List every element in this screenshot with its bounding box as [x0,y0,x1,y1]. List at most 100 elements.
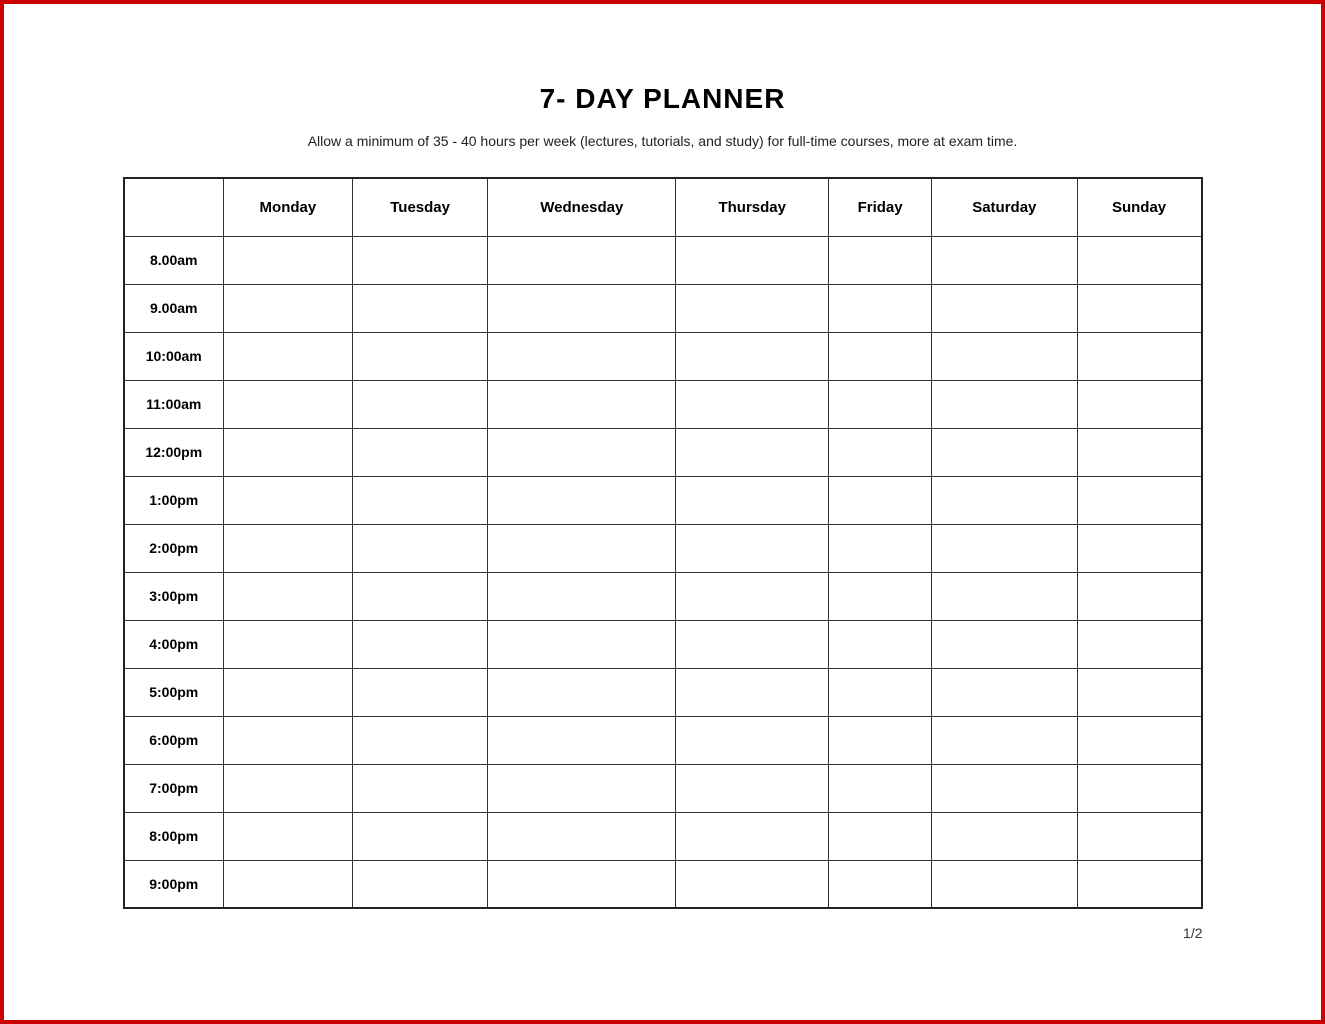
planner-cell[interactable] [931,716,1077,764]
planner-cell[interactable] [931,668,1077,716]
planner-cell[interactable] [224,764,353,812]
planner-cell[interactable] [224,476,353,524]
planner-cell[interactable] [352,716,488,764]
planner-cell[interactable] [1077,236,1201,284]
header-time-empty [124,178,224,236]
planner-cell[interactable] [1077,620,1201,668]
planner-cell[interactable] [676,332,829,380]
planner-cell[interactable] [829,812,932,860]
planner-cell[interactable] [676,236,829,284]
planner-cell[interactable] [1077,812,1201,860]
planner-cell[interactable] [829,860,932,908]
planner-cell[interactable] [224,572,353,620]
planner-cell[interactable] [676,860,829,908]
planner-cell[interactable] [488,812,676,860]
planner-cell[interactable] [488,524,676,572]
planner-cell[interactable] [224,716,353,764]
planner-cell[interactable] [931,764,1077,812]
planner-cell[interactable] [931,380,1077,428]
planner-cell[interactable] [352,332,488,380]
planner-cell[interactable] [352,764,488,812]
planner-cell[interactable] [829,236,932,284]
planner-cell[interactable] [829,380,932,428]
planner-cell[interactable] [352,428,488,476]
planner-cell[interactable] [829,620,932,668]
planner-cell[interactable] [676,716,829,764]
planner-cell[interactable] [676,764,829,812]
planner-cell[interactable] [1077,524,1201,572]
planner-cell[interactable] [829,764,932,812]
planner-cell[interactable] [488,620,676,668]
planner-cell[interactable] [676,812,829,860]
planner-cell[interactable] [931,524,1077,572]
planner-cell[interactable] [352,860,488,908]
planner-cell[interactable] [224,860,353,908]
planner-cell[interactable] [829,332,932,380]
planner-cell[interactable] [1077,572,1201,620]
planner-cell[interactable] [676,476,829,524]
planner-cell[interactable] [352,620,488,668]
planner-cell[interactable] [224,284,353,332]
planner-cell[interactable] [1077,380,1201,428]
planner-cell[interactable] [1077,476,1201,524]
planner-cell[interactable] [488,380,676,428]
planner-cell[interactable] [488,668,676,716]
planner-cell[interactable] [488,284,676,332]
planner-cell[interactable] [352,284,488,332]
planner-cell[interactable] [488,332,676,380]
planner-cell[interactable] [488,428,676,476]
planner-cell[interactable] [931,284,1077,332]
planner-cell[interactable] [224,668,353,716]
planner-cell[interactable] [1077,860,1201,908]
planner-cell[interactable] [488,476,676,524]
planner-cell[interactable] [1077,332,1201,380]
planner-cell[interactable] [224,812,353,860]
planner-cell[interactable] [224,428,353,476]
planner-cell[interactable] [931,236,1077,284]
planner-cell[interactable] [931,812,1077,860]
planner-cell[interactable] [829,716,932,764]
planner-cell[interactable] [488,764,676,812]
planner-cell[interactable] [829,524,932,572]
planner-cell[interactable] [488,572,676,620]
planner-cell[interactable] [352,812,488,860]
planner-cell[interactable] [224,524,353,572]
planner-cell[interactable] [676,620,829,668]
planner-cell[interactable] [488,716,676,764]
planner-cell[interactable] [1077,668,1201,716]
planner-cell[interactable] [488,860,676,908]
planner-cell[interactable] [676,380,829,428]
planner-cell[interactable] [352,572,488,620]
planner-cell[interactable] [829,428,932,476]
planner-cell[interactable] [1077,284,1201,332]
planner-cell[interactable] [931,332,1077,380]
planner-cell[interactable] [352,524,488,572]
planner-cell[interactable] [224,620,353,668]
planner-cell[interactable] [676,668,829,716]
planner-cell[interactable] [676,428,829,476]
planner-cell[interactable] [931,620,1077,668]
planner-cell[interactable] [1077,716,1201,764]
planner-cell[interactable] [676,572,829,620]
planner-cell[interactable] [224,236,353,284]
planner-cell[interactable] [1077,428,1201,476]
planner-cell[interactable] [931,476,1077,524]
planner-cell[interactable] [931,860,1077,908]
planner-cell[interactable] [224,332,353,380]
planner-cell[interactable] [676,524,829,572]
planner-cell[interactable] [676,284,829,332]
planner-cell[interactable] [931,572,1077,620]
time-cell: 9.00am [124,284,224,332]
planner-cell[interactable] [931,428,1077,476]
planner-cell[interactable] [352,380,488,428]
planner-cell[interactable] [829,476,932,524]
planner-cell[interactable] [224,380,353,428]
planner-cell[interactable] [829,572,932,620]
planner-cell[interactable] [1077,764,1201,812]
planner-cell[interactable] [352,236,488,284]
planner-cell[interactable] [488,236,676,284]
planner-cell[interactable] [829,284,932,332]
planner-cell[interactable] [352,476,488,524]
planner-cell[interactable] [352,668,488,716]
planner-cell[interactable] [829,668,932,716]
